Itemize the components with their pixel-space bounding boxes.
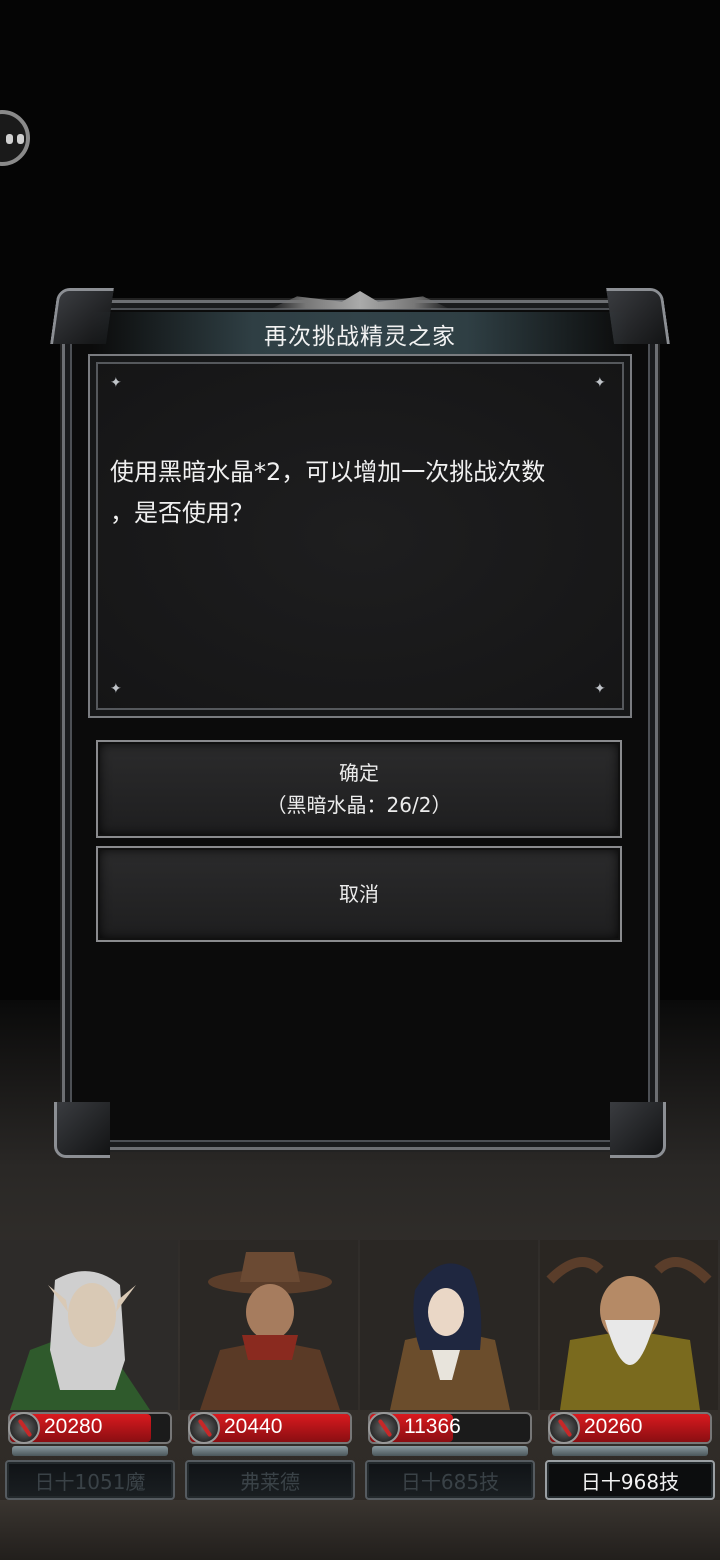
message-line: ，是否使用？ [110,499,254,527]
nun-portrait [360,1240,538,1410]
sparkle-icon: ✦ [594,681,606,697]
sword-icon [188,1412,220,1444]
hero-portrait-1[interactable] [0,1240,178,1410]
hero-name: 日十968技 [580,1469,680,1494]
hero-hp-bar: 11366 [368,1412,532,1444]
hero-name-plate[interactable]: 弗莱德 [185,1460,355,1500]
hp-value: 11366 [404,1415,461,1438]
floating-assist-icon[interactable] [0,110,30,166]
cancel-button[interactable]: 取消 [96,846,622,942]
druid-portrait [540,1240,718,1410]
hp-value: 20260 [584,1415,643,1438]
hero-hp-bar: 20440 [188,1412,352,1444]
hp-value: 20280 [44,1415,103,1438]
hero-name: 弗莱德 [240,1469,300,1494]
frame-corner-ornament [610,1102,666,1158]
hero-hp-bar: 20260 [548,1412,712,1444]
hero-portrait-3[interactable] [360,1240,538,1410]
hp-value: 20440 [224,1415,283,1438]
frame-top-ornament [270,291,450,309]
background-floor [0,1500,720,1560]
sword-icon [368,1412,400,1444]
hero-energy-bar [552,1446,708,1456]
sparkle-icon: ✦ [594,375,606,391]
confirm-cost: （黑暗水晶：26/2） [266,793,452,817]
cancel-label: 取消 [339,882,379,906]
hero-name-plate[interactable]: 日十685技 [365,1460,535,1500]
hero-portrait-2[interactable] [180,1240,358,1410]
dialog-title-bar: 再次挑战精灵之家 [92,312,628,356]
confirm-button[interactable]: 确定 （黑暗水晶：26/2） [96,740,622,838]
cowboy-portrait [180,1240,358,1410]
dialog-message: 使用黑暗水晶*2，可以增加一次挑战次数 ，是否使用？ [110,452,610,534]
hero-energy-bar [192,1446,348,1456]
sword-icon [548,1412,580,1444]
elf-portrait [0,1240,178,1410]
sparkle-icon: ✦ [110,681,122,697]
message-line: 使用黑暗水晶*2，可以增加一次挑战次数 [110,458,546,486]
hero-hp-bar: 20280 [8,1412,172,1444]
hero-name-plate[interactable]: 日十1051魔 [5,1460,175,1500]
hero-energy-bar [372,1446,528,1456]
hero-name-plate[interactable]: 日十968技 [545,1460,715,1500]
frame-corner-ornament [54,1102,110,1158]
hero-portrait-4[interactable] [540,1240,718,1410]
hero-name: 日十685技 [400,1469,500,1494]
confirm-label: 确定 [339,761,379,785]
message-panel-inner [98,364,622,708]
dialog-title: 再次挑战精灵之家 [264,324,456,350]
sparkle-icon: ✦ [110,375,122,391]
hero-energy-bar [12,1446,168,1456]
sword-icon [8,1412,40,1444]
hero-name: 日十1051魔 [34,1469,146,1494]
